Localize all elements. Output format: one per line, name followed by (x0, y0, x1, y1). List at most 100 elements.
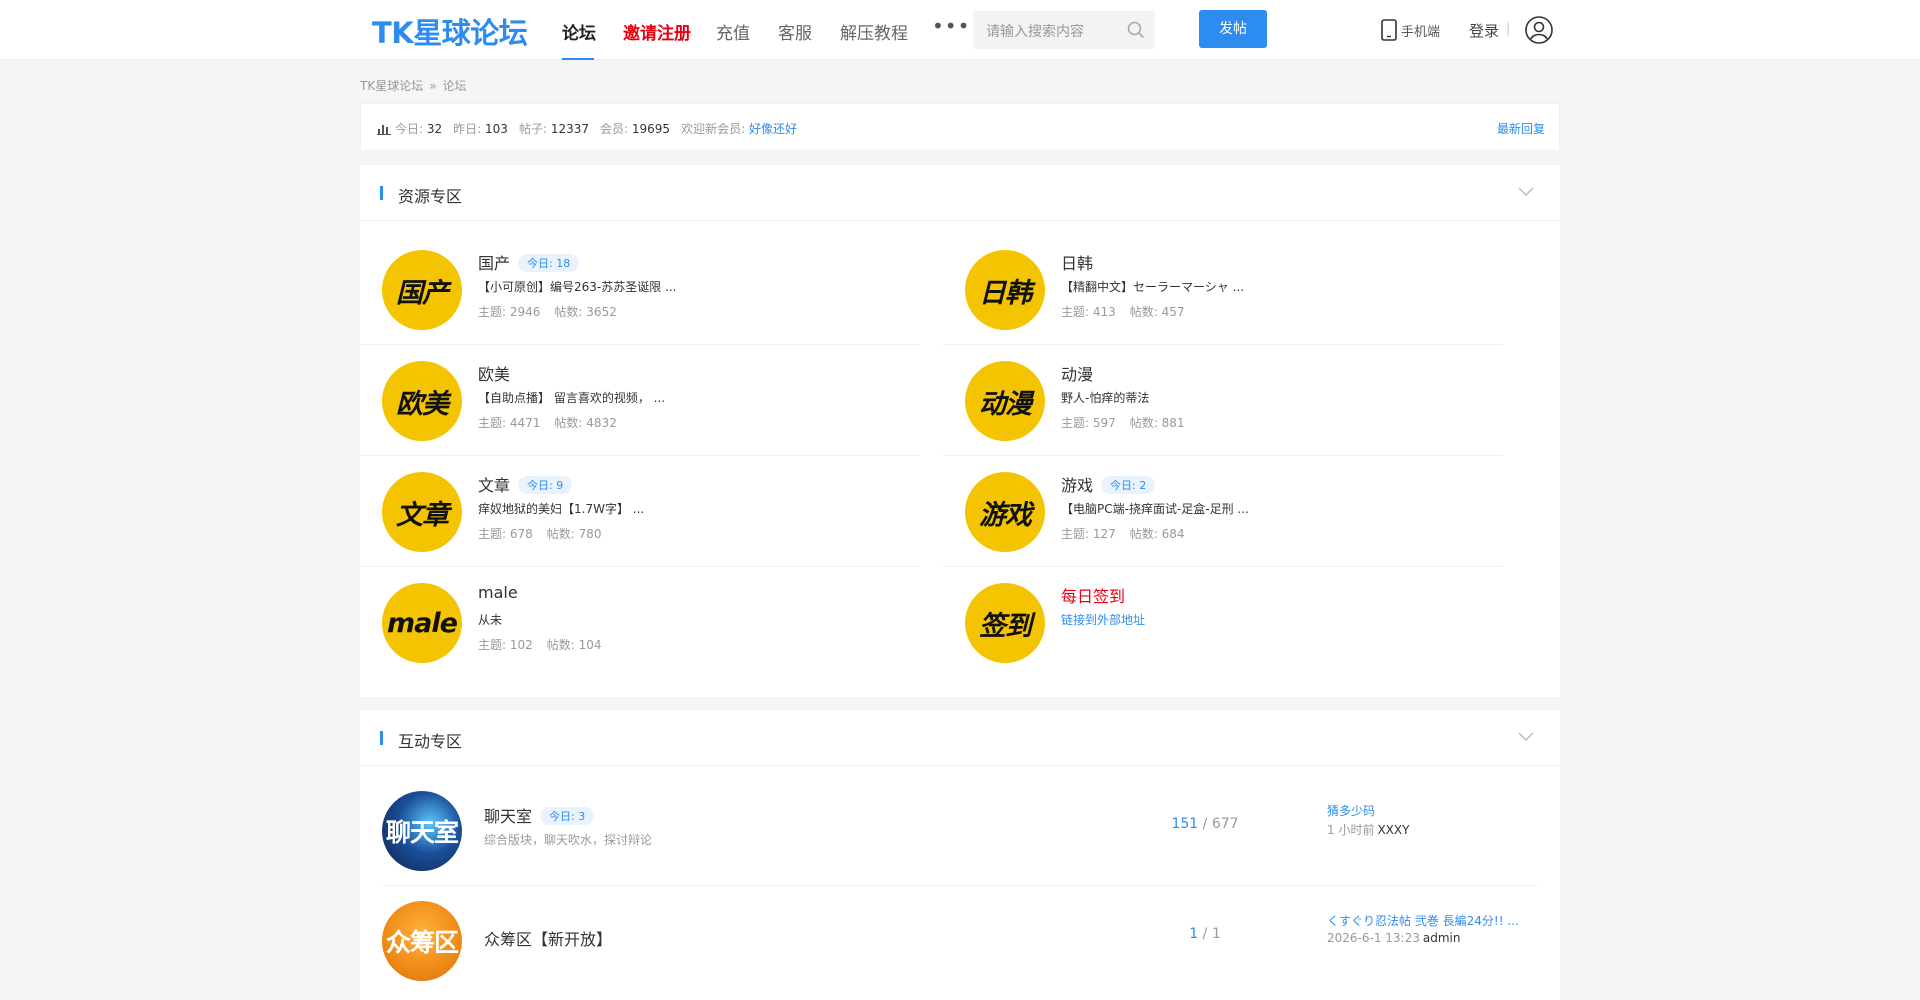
forum-name[interactable]: 欧美 (478, 361, 510, 385)
more-menu-icon[interactable]: ••• (932, 14, 970, 38)
forum-meta: 主题: 102 帖数: 104 (478, 636, 602, 653)
nav-active-indicator (562, 58, 594, 60)
last-post-link[interactable]: 痒奴地狱的美妇【1.7W字】 ... (478, 500, 644, 517)
last-post-link[interactable]: 野人-怕痒的蒂法 (1061, 389, 1149, 406)
latest-reply-link[interactable]: 最新回复 (1497, 120, 1545, 137)
forum-name-text[interactable]: male (478, 583, 518, 602)
user-avatar-icon[interactable] (1525, 16, 1553, 44)
forum-icon[interactable]: 国产 (382, 250, 462, 330)
forum-icon-text: 国产 (396, 277, 449, 309)
nav-forum[interactable]: 论坛 (562, 19, 596, 44)
nav-recharge[interactable]: 充值 (716, 19, 750, 44)
forum-icon[interactable]: 日韩 (965, 250, 1045, 330)
collapse-chevron-icon[interactable] (1518, 187, 1534, 197)
forum-icon[interactable]: 欧美 (382, 361, 462, 441)
forum-icon-text: 游戏 (979, 499, 1032, 531)
forum-icon[interactable]: 众筹区 (382, 901, 462, 981)
forum-icon-text: 聊天室 (385, 818, 459, 847)
forum-item[interactable]: 游戏 游戏 今日: 2 【电脑PC端-挠痒面试-足盒-足刑 ... 主题: 127 帖数:… (943, 457, 1503, 567)
forum-description: 综合版块，聊天吹水，探讨辩论 (484, 833, 653, 847)
topics-label: 主题: (478, 416, 507, 430)
new-member-link[interactable]: 好像还好 (749, 122, 797, 136)
header-separator: | (1506, 21, 1511, 36)
forum-name-text[interactable]: 欧美 (478, 365, 510, 384)
search-box[interactable]: 请输入搜索内容 (973, 11, 1155, 49)
forum-icon[interactable]: 签到 (965, 583, 1045, 663)
topics-count: 127 (1092, 527, 1116, 541)
topics-count: 2946 (509, 305, 541, 319)
forum-name[interactable]: 国产 今日: 18 (478, 250, 580, 274)
today-badge: 今日: 3 (540, 807, 595, 825)
posts-count: 4832 (586, 416, 617, 430)
forum-name[interactable]: 众筹区【新开放】 (484, 926, 612, 950)
collapse-chevron-icon[interactable] (1518, 732, 1534, 742)
mobile-link[interactable]: 手机端 (1380, 19, 1440, 41)
forum-name[interactable]: 文章 今日: 9 (478, 472, 573, 496)
nav-support[interactable]: 客服 (778, 19, 812, 44)
last-post-link[interactable]: 【小可原创】编号263-苏苏圣诞限 ... (478, 278, 677, 295)
last-post-link[interactable]: 链接到外部地址 (1061, 611, 1145, 628)
posts-label: 帖数: (546, 527, 575, 541)
posts-count: 780 (578, 527, 602, 541)
forum-name-text[interactable]: 每日签到 (1061, 587, 1125, 606)
last-post-link[interactable]: 猜多少码 (1327, 802, 1375, 819)
last-post-user[interactable]: XXXY (1377, 823, 1409, 837)
new-post-button[interactable]: 发帖 (1199, 10, 1267, 48)
forum-name-text[interactable]: 动漫 (1061, 365, 1093, 384)
forum-item[interactable]: 国产 国产 今日: 18 【小可原创】编号263-苏苏圣诞限 ... 主题: 2946 帖… (360, 235, 920, 345)
last-post-link[interactable]: くすぐり忍法帖 弐巻 長編24分!! ... (1327, 912, 1519, 929)
last-post-link[interactable]: 【自助点播】 留言喜欢的视频， ... (478, 389, 665, 406)
forum-icon[interactable]: 动漫 (965, 361, 1045, 441)
site-logo[interactable]: TK星球论坛 (372, 10, 528, 52)
forum-row[interactable]: 众筹区 众筹区【新开放】 1 / 1 くすぐり忍法帖 弐巻 長編24分!! ... 20… (360, 886, 1560, 996)
topics-label: 主题: (1061, 305, 1090, 319)
forum-item[interactable]: 欧美 欧美 【自助点播】 留言喜欢的视频， ... 主题: 4471 帖数: 4832 (360, 346, 920, 456)
nav-tutorial[interactable]: 解压教程 (840, 19, 908, 44)
forum-name[interactable]: 日韩 (1061, 250, 1093, 274)
forum-icon[interactable]: 文章 (382, 472, 462, 552)
breadcrumb-forum[interactable]: 论坛 (443, 79, 467, 93)
forum-item[interactable]: male male 从未主题: 102 帖数: 104 (360, 568, 920, 678)
topics-label: 主题: (478, 527, 507, 541)
forum-meta: 主题: 4471 帖数: 4832 (478, 414, 617, 431)
last-post-link[interactable]: 从未 (478, 611, 502, 628)
forum-name-text[interactable]: 国产 (478, 254, 510, 273)
forum-item[interactable]: 文章 文章 今日: 9 痒奴地狱的美妇【1.7W字】 ... 主题: 678 帖数: 78… (360, 457, 920, 567)
posts-label: 帖数: (554, 305, 583, 319)
posts-label: 帖数: (554, 416, 583, 430)
login-link[interactable]: 登录 (1469, 20, 1499, 41)
forum-name[interactable]: 每日签到 (1061, 583, 1125, 607)
posts-count: 677 (1211, 816, 1239, 832)
forum-name[interactable]: 动漫 (1061, 361, 1093, 385)
forum-icon[interactable]: 游戏 (965, 472, 1045, 552)
last-post-user[interactable]: admin (1423, 931, 1461, 945)
topics-count: 151 (1171, 816, 1199, 832)
search-icon[interactable] (1127, 21, 1145, 39)
forum-name[interactable]: 游戏 今日: 2 (1061, 472, 1156, 496)
forum-icon[interactable]: 聊天室 (382, 791, 462, 871)
nav-invite-register[interactable]: 邀请注册 (623, 19, 691, 44)
forum-name[interactable]: male (478, 583, 518, 602)
last-post-link[interactable]: 【电脑PC端-挠痒面试-足盒-足刑 ... (1061, 500, 1249, 517)
forum-name-text[interactable]: 日韩 (1061, 254, 1093, 273)
forum-name-text[interactable]: 众筹区【新开放】 (484, 930, 612, 949)
forum-item[interactable]: 签到 每日签到链接到外部地址 (943, 568, 1503, 678)
forum-icon-text: 文章 (396, 499, 449, 531)
forum-name[interactable]: 聊天室 今日: 3 (484, 803, 595, 827)
forum-name-text[interactable]: 文章 (478, 476, 510, 495)
count-separator: / (1202, 816, 1208, 832)
posts-label: 帖数: (546, 638, 575, 652)
forum-icon[interactable]: male (382, 583, 462, 663)
posts-count: 1 (1211, 926, 1221, 942)
topics-label: 主题: (478, 305, 507, 319)
today-count: 32 (426, 122, 443, 136)
forum-row[interactable]: 聊天室 聊天室 今日: 3 综合版块，聊天吹水，探讨辩论 151 / 677 猜多少码 1 … (360, 776, 1560, 886)
forum-name-text[interactable]: 聊天室 (484, 807, 532, 826)
forum-item[interactable]: 动漫 动漫 野人-怕痒的蒂法 主题: 597 帖数: 881 (943, 346, 1503, 456)
last-post-link[interactable]: 【精翻中文】セーラーマーシャ ... (1061, 278, 1244, 295)
forum-item[interactable]: 日韩 日韩 【精翻中文】セーラーマーシャ ... 主题: 413 帖数: 457 (943, 235, 1503, 345)
forum-icon-text: 众筹区 (385, 928, 459, 957)
forum-name-text[interactable]: 游戏 (1061, 476, 1093, 495)
breadcrumb-home[interactable]: TK星球论坛 (360, 79, 423, 93)
search-input[interactable]: 请输入搜索内容 (986, 21, 1084, 41)
